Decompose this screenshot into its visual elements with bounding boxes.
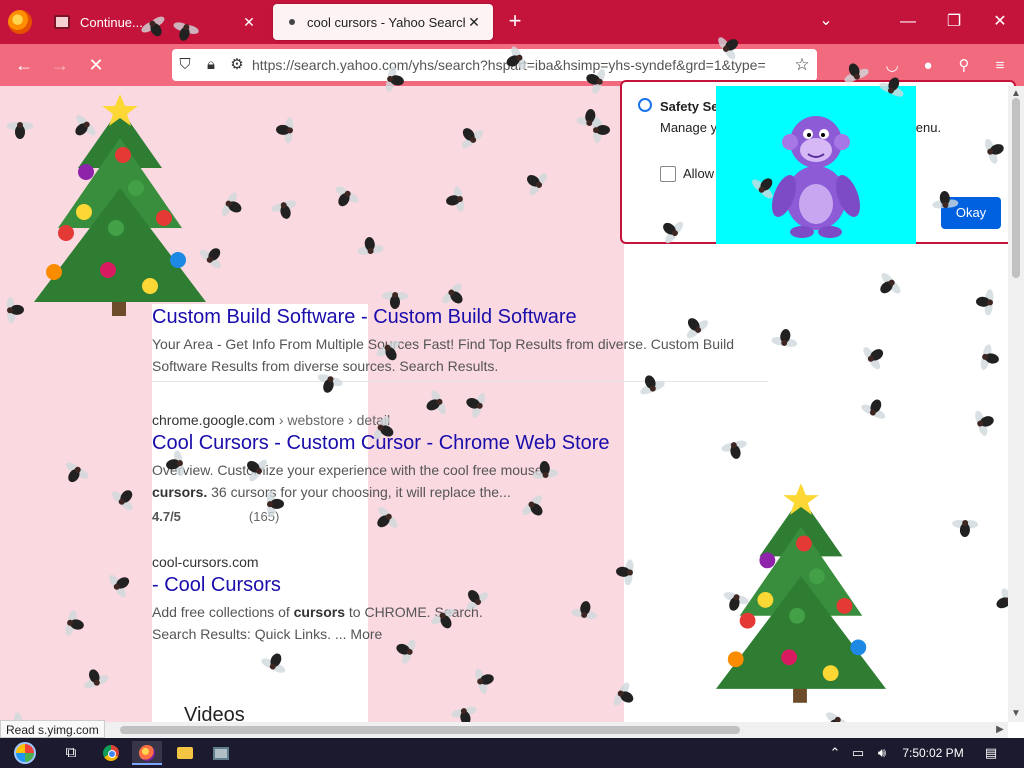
restore-icon[interactable]: ❐ <box>931 6 977 38</box>
result-breadcrumb: › webstore › detail <box>274 412 391 428</box>
result-description: Your Area - Get Info From Multiple Sourc… <box>152 336 735 374</box>
desc-text: 36 cursors for your choosing, it will re… <box>207 484 511 500</box>
scroll-down-icon[interactable]: ▼ <box>1008 706 1024 722</box>
fly-icon <box>266 491 284 518</box>
fly-icon <box>976 289 994 316</box>
lock-icon[interactable]: 🔒︎ <box>198 52 224 78</box>
fly-icon <box>616 559 634 586</box>
videos-heading: Videos <box>184 704 245 722</box>
loading-dot-icon <box>289 19 295 25</box>
url-bar[interactable]: ⛉ 🔒︎ ⚙ https://search.yahoo.com/yhs/sear… <box>172 49 817 81</box>
close-icon[interactable]: ✕ <box>240 14 258 31</box>
search-extension-icon[interactable]: ⚲ <box>952 54 976 78</box>
arrow-left-icon[interactable]: ← <box>10 52 38 78</box>
hamburger-icon[interactable]: ≡ <box>988 54 1012 78</box>
volume-icon[interactable]: 🔊︎ <box>872 741 892 765</box>
fly-icon <box>952 519 979 537</box>
result-url[interactable]: cool-cursors.com <box>152 554 768 570</box>
app-icon <box>213 747 229 760</box>
star-icon[interactable]: ☆ <box>787 55 817 75</box>
extension-icon[interactable]: ● <box>916 54 940 78</box>
taskbar: ⧉ ⌃ ▭ 🔊︎ 7:50:02 PM ▤ <box>0 738 1024 768</box>
fly-icon <box>6 297 24 324</box>
fly-icon <box>532 461 559 479</box>
tab-yahoo-search[interactable]: cool cursors - Yahoo Search Results ✕ <box>273 4 493 40</box>
gorilla-character-overlay[interactable] <box>716 86 916 244</box>
desc-bold: cursors. <box>152 484 208 500</box>
folder-icon <box>177 747 193 759</box>
result-rating: 4.7/5 (165) <box>152 509 768 524</box>
notifications-icon[interactable]: ▤ <box>980 741 1002 765</box>
result-domain: chrome.google.com <box>152 412 275 428</box>
shield-icon[interactable]: ⛉ <box>172 52 198 78</box>
desc-text: Overview. Customize your experience with… <box>152 462 543 478</box>
arrow-right-icon[interactable]: → <box>46 52 74 78</box>
scroll-thumb[interactable] <box>1012 98 1020 278</box>
firefox-logo-icon[interactable] <box>8 10 32 34</box>
chrome-taskbar-button[interactable] <box>96 741 126 765</box>
fly-icon <box>276 117 294 144</box>
christmas-tree-icon <box>34 94 206 316</box>
scroll-right-icon[interactable]: ▶ <box>992 722 1008 738</box>
close-icon[interactable]: ✕ <box>465 14 483 31</box>
firefox-icon <box>139 745 155 761</box>
start-button[interactable] <box>8 741 42 765</box>
rating-score: 4.7/5 <box>152 509 181 524</box>
horizontal-scrollbar[interactable]: ▶ <box>0 722 1008 738</box>
chevron-up-icon[interactable]: ⌃ <box>826 741 844 765</box>
new-tab-button[interactable]: + <box>502 8 528 36</box>
gorilla-icon <box>771 116 861 238</box>
desc-text: Add free collections of <box>152 604 294 620</box>
result-title-link[interactable]: Cool Cursors - Custom Cursor - Chrome We… <box>152 432 768 455</box>
app-taskbar-button[interactable] <box>206 741 236 765</box>
network-icon[interactable]: ▭ <box>848 741 868 765</box>
vertical-scrollbar[interactable]: ▲ ▼ <box>1008 86 1024 722</box>
tab-title: cool cursors - Yahoo Search Results <box>307 14 465 30</box>
status-text: Read s.yimg.com <box>0 720 105 738</box>
fly-icon <box>7 122 33 139</box>
fly-icon <box>932 191 959 209</box>
result-description: Overview. Customize your experience with… <box>152 459 742 503</box>
clock[interactable]: 7:50:02 PM <box>898 741 968 765</box>
stop-icon[interactable]: ✕ <box>82 52 110 78</box>
fly-icon <box>357 237 384 255</box>
divider <box>152 381 768 382</box>
task-view-icon[interactable]: ⧉ <box>56 741 86 765</box>
chrome-icon <box>103 745 119 761</box>
minimize-icon[interactable]: — <box>885 6 931 38</box>
fly-icon <box>592 117 610 144</box>
window-close-icon[interactable]: ✕ <box>977 6 1023 38</box>
chevron-down-icon[interactable]: ⌄ <box>814 10 838 34</box>
safe-search-checkbox[interactable] <box>660 166 676 182</box>
desc-text: Search Results: Quick Links. ... More <box>152 626 383 642</box>
permissions-icon[interactable]: ⚙ <box>224 52 250 78</box>
result-title-link[interactable]: Custom Build Software - Custom Build Sof… <box>152 306 768 329</box>
firefox-taskbar-button[interactable] <box>132 741 162 765</box>
windows-logo-icon <box>14 742 36 764</box>
result-title-link[interactable]: - Cool Cursors <box>152 574 768 597</box>
fly-icon <box>382 291 409 309</box>
file-explorer-taskbar-button[interactable] <box>170 741 200 765</box>
search-icon <box>638 98 652 112</box>
desc-bold: cursors <box>293 604 345 620</box>
scroll-thumb[interactable] <box>120 726 740 734</box>
tab-favicon-icon <box>54 15 70 29</box>
